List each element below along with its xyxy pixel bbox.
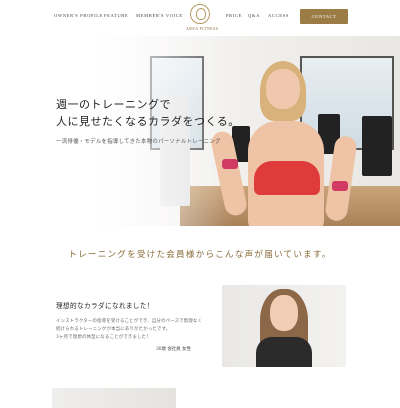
- hero-subtitle: 一流俳優・モデルを指導してきた本物のパーソナルトレーニング: [56, 139, 221, 145]
- hero-title: 週一のトレーニングで 人に見せたくなるカラダをつくる。: [56, 96, 240, 130]
- hero-text-block: 週一のトレーニングで 人に見せたくなるカラダをつくる。 一流俳優・モデルを指導し…: [56, 96, 240, 145]
- model-face: [266, 69, 300, 109]
- voices-heading: トレーニングを受けた会員様からこんな声が届いています。: [68, 250, 332, 260]
- voice-body-line: 続けられるトレーニングが本当にありがたかったです。: [56, 327, 171, 332]
- hero-title-line-1: 週一のトレーニングで: [56, 98, 171, 111]
- contact-button[interactable]: CONTACT: [300, 9, 348, 24]
- testimonial-face: [270, 295, 298, 331]
- testimonial-body: [256, 337, 312, 367]
- nav-access[interactable]: ACCESS: [268, 13, 289, 18]
- model-right-arm: [324, 134, 358, 223]
- hero-title-line-2: 人に見せたくなるカラダをつくる。: [56, 115, 240, 128]
- nav-qa[interactable]: Q&A: [248, 13, 260, 18]
- logo-text: AREA FITNESS: [186, 26, 219, 31]
- nav-owners-profile[interactable]: OWNER'S PROFILE: [54, 13, 103, 18]
- nav-members-voice[interactable]: MEMBER'S VOICE: [136, 13, 183, 18]
- nav-feature[interactable]: FEATURE: [104, 13, 128, 18]
- voice-meta: 30歳 会社員 女性: [156, 347, 191, 352]
- dumbbell-icon: [222, 159, 238, 169]
- treadmill: [362, 116, 392, 176]
- hero-section: 週一のトレーニングで 人に見せたくなるカラダをつくる。 一流俳優・モデルを指導し…: [0, 36, 400, 226]
- voice-body: インストラクターの指導を受けることができ、自分のペースで無理なく 続けられるトレ…: [56, 318, 206, 342]
- next-testimonial-photo: [52, 388, 176, 408]
- dumbbell-icon: [332, 181, 348, 191]
- voice-body-line: 3ヶ月で理想の体型になることができました！: [56, 335, 151, 340]
- logo[interactable]: AREA FITNESS: [186, 4, 219, 31]
- voice-title: 理想的なカラダになれました！: [56, 302, 154, 310]
- model-sports-bra: [254, 161, 320, 195]
- logo-mark-icon: [190, 4, 210, 24]
- voice-body-line: インストラクターの指導を受けることができ、自分のペースで無理なく: [56, 319, 203, 324]
- nav-price[interactable]: PRICE: [226, 13, 242, 18]
- testimonial-photo: [222, 285, 346, 367]
- top-navigation: OWNER'S PROFILE FEATURE MEMBER'S VOICE A…: [0, 0, 400, 36]
